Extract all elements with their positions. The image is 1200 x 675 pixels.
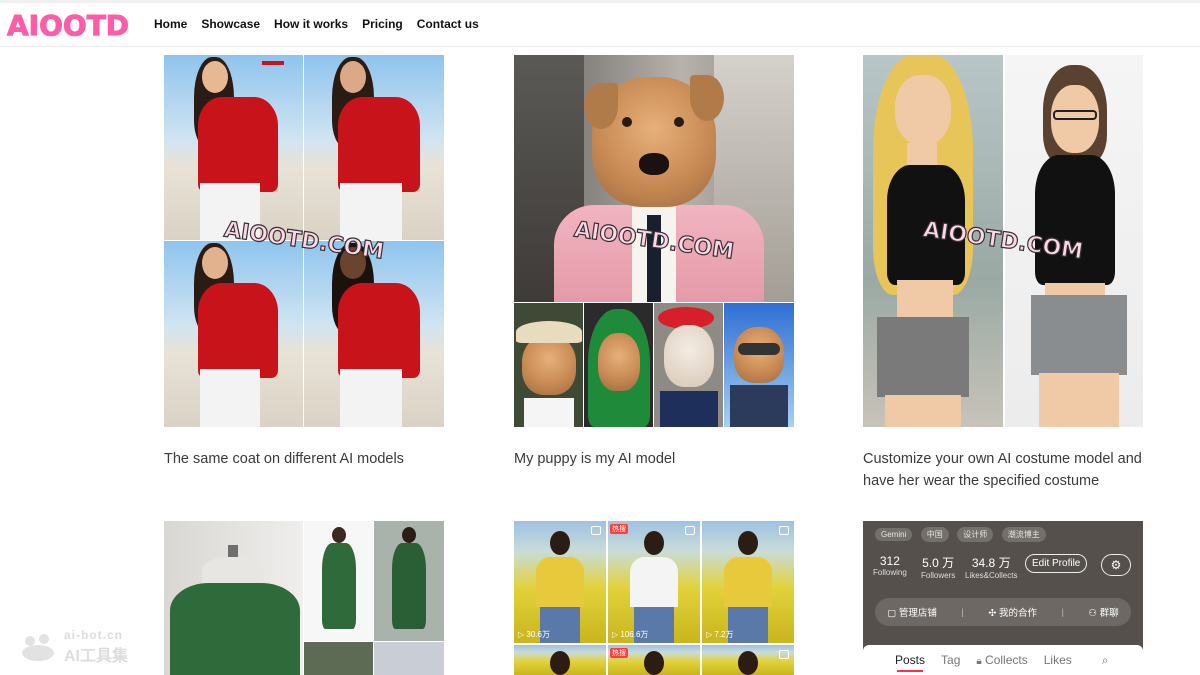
- dress-model-tile: [304, 642, 373, 675]
- video-thumb[interactable]: ▷ 7.2万: [702, 521, 794, 643]
- video-thumb[interactable]: ▷ 30.6万: [514, 521, 606, 643]
- video-thumb[interactable]: [702, 645, 794, 675]
- card-caption: My puppy is my AI model: [514, 451, 676, 467]
- paw-logo-icon: [22, 634, 54, 661]
- green-dress-image[interactable]: [164, 521, 444, 675]
- profile-tag: 设计师: [957, 527, 994, 542]
- manage-shop-button[interactable]: ▢ 管理店铺: [887, 605, 937, 619]
- video-icon: [779, 526, 789, 535]
- video-grid-image[interactable]: ▷ 30.6万 热搜 ▷ 106.6万 ▷ 7.2万 热搜: [514, 521, 794, 675]
- profile-action-bar: ▢ 管理店铺 | ✣ 我的合作 | ⚇ 群聊: [875, 598, 1131, 626]
- real-model-tile: [1005, 55, 1143, 427]
- watermark-name: AI工具集: [64, 648, 129, 665]
- lock-icon: 🔒︎: [976, 656, 982, 667]
- puppy-tile-beret: [654, 303, 723, 427]
- search-icon[interactable]: ⌕: [1102, 653, 1109, 668]
- tab-collects[interactable]: 🔒︎ Collects: [976, 653, 1027, 667]
- watermark-domain: ai-bot.cn: [64, 628, 123, 642]
- nav-pricing[interactable]: Pricing: [362, 17, 403, 31]
- video-icon: [779, 650, 789, 659]
- view-count: ▷ 106.6万: [612, 630, 649, 639]
- anime-model-tile: [863, 55, 1003, 427]
- nav-home[interactable]: Home: [154, 17, 187, 31]
- video-thumb[interactable]: [514, 645, 606, 675]
- hot-badge: 热搜: [610, 524, 628, 534]
- view-count: ▷ 30.6万: [518, 630, 550, 639]
- gear-icon: ⚙: [1110, 558, 1122, 572]
- video-thumb[interactable]: 热搜 ▷ 106.6万: [608, 521, 700, 643]
- profile-tag: Gemini: [875, 528, 913, 541]
- coat-collage-image[interactable]: AIOOTD.COM: [164, 55, 444, 427]
- group-icon: ⚇: [1088, 608, 1098, 619]
- collab-icon: ✣: [988, 608, 997, 619]
- tab-tag[interactable]: Tag: [941, 653, 960, 667]
- model-tile: [164, 55, 303, 240]
- view-count: ▷ 7.2万: [706, 630, 734, 639]
- puppy-main-tile: [514, 55, 794, 302]
- tab-likes[interactable]: Likes: [1044, 653, 1072, 667]
- card-caption: Customize your own AI costume model and …: [863, 451, 1142, 489]
- profile-screenshot[interactable]: Gemini 中国 设计师 潮流博主 312 Following 5.0 万 F…: [863, 521, 1143, 675]
- video-icon: [591, 526, 601, 535]
- followers-stat[interactable]: 5.0 万 Followers: [921, 554, 955, 580]
- puppy-tile-hood: [584, 303, 653, 427]
- video-thumb[interactable]: 热搜: [608, 645, 700, 675]
- nav-contact-us[interactable]: Contact us: [417, 17, 479, 31]
- mannequin-tile: [164, 521, 303, 675]
- settings-button[interactable]: ⚙: [1101, 554, 1131, 576]
- card-caption: The same coat on different AI models: [164, 451, 404, 467]
- following-stat[interactable]: 312 Following: [873, 554, 907, 577]
- tab-posts[interactable]: Posts: [895, 653, 925, 672]
- shop-icon: ▢: [887, 608, 897, 619]
- profile-tag: 中国: [920, 527, 949, 542]
- puppy-tile-hat: [514, 303, 583, 427]
- site-logo[interactable]: AIOOTD: [6, 9, 129, 43]
- dress-model-tile: [374, 521, 444, 641]
- dress-model-tile: [304, 521, 373, 641]
- dress-model-tile: [374, 642, 444, 675]
- model-tile: [304, 241, 444, 427]
- puppy-collage-image[interactable]: AIOOTD.COM: [514, 55, 794, 427]
- puppy-tile-goggles: [724, 303, 794, 427]
- nav-how-it-works[interactable]: How it works: [274, 17, 348, 31]
- hot-badge: 热搜: [610, 648, 628, 658]
- top-navigation-bar: AIOOTD Home Showcase How it works Pricin…: [0, 0, 1200, 47]
- nav-showcase[interactable]: Showcase: [201, 17, 260, 31]
- video-icon: [685, 526, 695, 535]
- profile-tags: Gemini 中国 设计师 潮流博主: [875, 524, 1050, 542]
- main-nav: Home Showcase How it works Pricing Conta…: [154, 17, 479, 31]
- profile-tag: 潮流博主: [1001, 527, 1046, 542]
- costume-model-image[interactable]: AIOOTD.COM: [863, 55, 1143, 427]
- model-tile: [164, 241, 303, 427]
- my-collab-button[interactable]: ✣ 我的合作: [988, 605, 1037, 619]
- likes-collects-stat[interactable]: 34.8 万 Likes&Collects: [965, 554, 1017, 580]
- edit-profile-button[interactable]: Edit Profile: [1025, 554, 1088, 573]
- profile-tabs: Posts Tag 🔒︎ Collects Likes ⌕: [863, 645, 1143, 675]
- group-chat-button[interactable]: ⚇ 群聊: [1089, 605, 1119, 619]
- model-tile: [304, 55, 444, 240]
- site-watermark: ai-bot.cn AI工具集: [18, 628, 128, 666]
